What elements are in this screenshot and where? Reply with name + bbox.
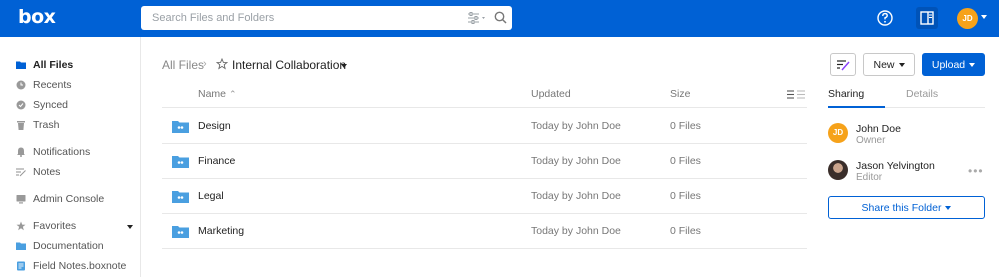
star-icon (16, 221, 26, 231)
top-bar: box JD (0, 0, 999, 37)
star-icon[interactable] (216, 58, 228, 70)
sidebar-item-all-files[interactable]: All Files (16, 57, 73, 73)
column-header-size[interactable]: Size (670, 88, 690, 100)
tab-details[interactable]: Details (906, 88, 938, 100)
notes-icon (837, 59, 850, 70)
collaborator-role: Owner (856, 135, 886, 146)
table-row[interactable]: Marketing Today by John Doe 0 Files (162, 214, 807, 249)
new-note-button[interactable] (830, 53, 856, 76)
collaborator-name: John Doe (856, 123, 901, 135)
shared-folder-icon (172, 121, 189, 133)
box-logo[interactable]: box (18, 6, 56, 28)
filter-icon[interactable] (468, 12, 488, 24)
collaborator-name: Jason Yelvington (856, 160, 935, 172)
chevron-down-icon[interactable] (127, 225, 133, 229)
file-updated: Today by John Doe (531, 155, 621, 167)
sidebar-item-synced[interactable]: Synced (16, 97, 68, 113)
tab-sharing[interactable]: Sharing (828, 88, 864, 100)
collaborator-role: Editor (856, 172, 883, 183)
sidebar-item-admin-console[interactable]: Admin Console (16, 191, 104, 207)
avatar: JD (828, 123, 848, 143)
file-size: 0 Files (670, 225, 701, 237)
search-box[interactable] (141, 6, 512, 30)
table-row[interactable]: Finance Today by John Doe 0 Files (162, 144, 807, 179)
help-icon[interactable] (875, 8, 895, 28)
file-size: 0 Files (670, 120, 701, 132)
avatar (828, 160, 848, 180)
column-header-name[interactable]: Name ⌃ (198, 88, 236, 100)
column-header-updated[interactable]: Updated (531, 88, 571, 100)
shared-folder-icon (172, 191, 189, 203)
sidebar-item-label: Notifications (33, 146, 91, 158)
table-row[interactable]: Design Today by John Doe 0 Files (162, 109, 807, 144)
upload-button-label: Upload (931, 58, 966, 71)
user-avatar[interactable]: JD (957, 8, 978, 29)
sidebar-item-documentation[interactable]: Documentation (16, 238, 104, 254)
file-updated: Today by John Doe (531, 120, 621, 132)
more-options-icon[interactable]: ••• (968, 164, 984, 178)
panel-toggle-button[interactable] (916, 7, 938, 29)
sidebar-item-trash[interactable]: Trash (16, 117, 59, 133)
shared-folder-icon (172, 156, 189, 168)
sidebar-item-label: Synced (33, 99, 69, 111)
file-name[interactable]: Legal (198, 190, 224, 202)
chevron-down-icon[interactable] (981, 15, 987, 19)
sidebar-item-label: Documentation (33, 240, 104, 252)
panel-toggle-icon (920, 11, 934, 25)
boxnote-icon (17, 261, 25, 271)
file-name[interactable]: Marketing (198, 225, 244, 237)
sidebar-item-field-notes[interactable]: Field Notes.boxnote (16, 258, 126, 274)
breadcrumb-current[interactable]: Internal Collaboration (232, 58, 346, 72)
file-size: 0 Files (670, 190, 701, 202)
table-row[interactable]: Legal Today by John Doe 0 Files (162, 179, 807, 214)
search-icon[interactable] (494, 11, 507, 24)
notes-icon (16, 168, 26, 177)
clock-icon (16, 80, 26, 90)
shared-folder-icon (172, 226, 189, 238)
sidebar-item-notes[interactable]: Notes (16, 164, 60, 180)
search-input[interactable] (141, 6, 451, 30)
sort-ascending-icon: ⌃ (228, 89, 237, 99)
file-size: 0 Files (670, 155, 701, 167)
list-view-icon[interactable] (787, 90, 805, 99)
folder-icon (16, 242, 26, 250)
breadcrumb-root[interactable]: All Files (162, 58, 204, 72)
sidebar-item-recents[interactable]: Recents (16, 77, 72, 93)
new-button-label: New (873, 58, 895, 71)
new-button[interactable]: New (863, 53, 915, 76)
sidebar-item-label: Trash (33, 119, 60, 131)
chevron-right-icon: › (203, 58, 207, 70)
file-updated: Today by John Doe (531, 190, 621, 202)
trash-icon (17, 121, 25, 130)
sidebar-item-label: Notes (33, 166, 61, 178)
sidebar-item-favorites[interactable]: Favorites (16, 218, 76, 234)
chevron-down-icon (945, 205, 952, 210)
share-folder-button[interactable]: Share this Folder (828, 196, 985, 219)
sidebar-item-label: Admin Console (33, 193, 105, 205)
share-folder-label: Share this Folder (861, 201, 942, 214)
chevron-down-icon (969, 62, 976, 67)
divider (162, 107, 807, 108)
sync-icon (16, 100, 26, 110)
upload-button[interactable]: Upload (922, 53, 985, 76)
chevron-down-icon[interactable] (341, 64, 347, 68)
bell-icon (17, 147, 25, 157)
file-name[interactable]: Finance (198, 155, 235, 167)
sidebar-item-label: Recents (33, 79, 72, 91)
active-tab-indicator (828, 106, 885, 108)
chevron-down-icon (898, 62, 905, 67)
sidebar-item-label: All Files (33, 59, 74, 71)
file-name[interactable]: Design (198, 120, 231, 132)
sidebar-item-notifications[interactable]: Notifications (16, 144, 90, 160)
sidebar-item-label: Field Notes.boxnote (33, 260, 127, 272)
admin-icon (16, 195, 26, 204)
file-updated: Today by John Doe (531, 225, 621, 237)
folder-icon (16, 61, 26, 69)
sidebar-item-label: Favorites (33, 220, 77, 232)
